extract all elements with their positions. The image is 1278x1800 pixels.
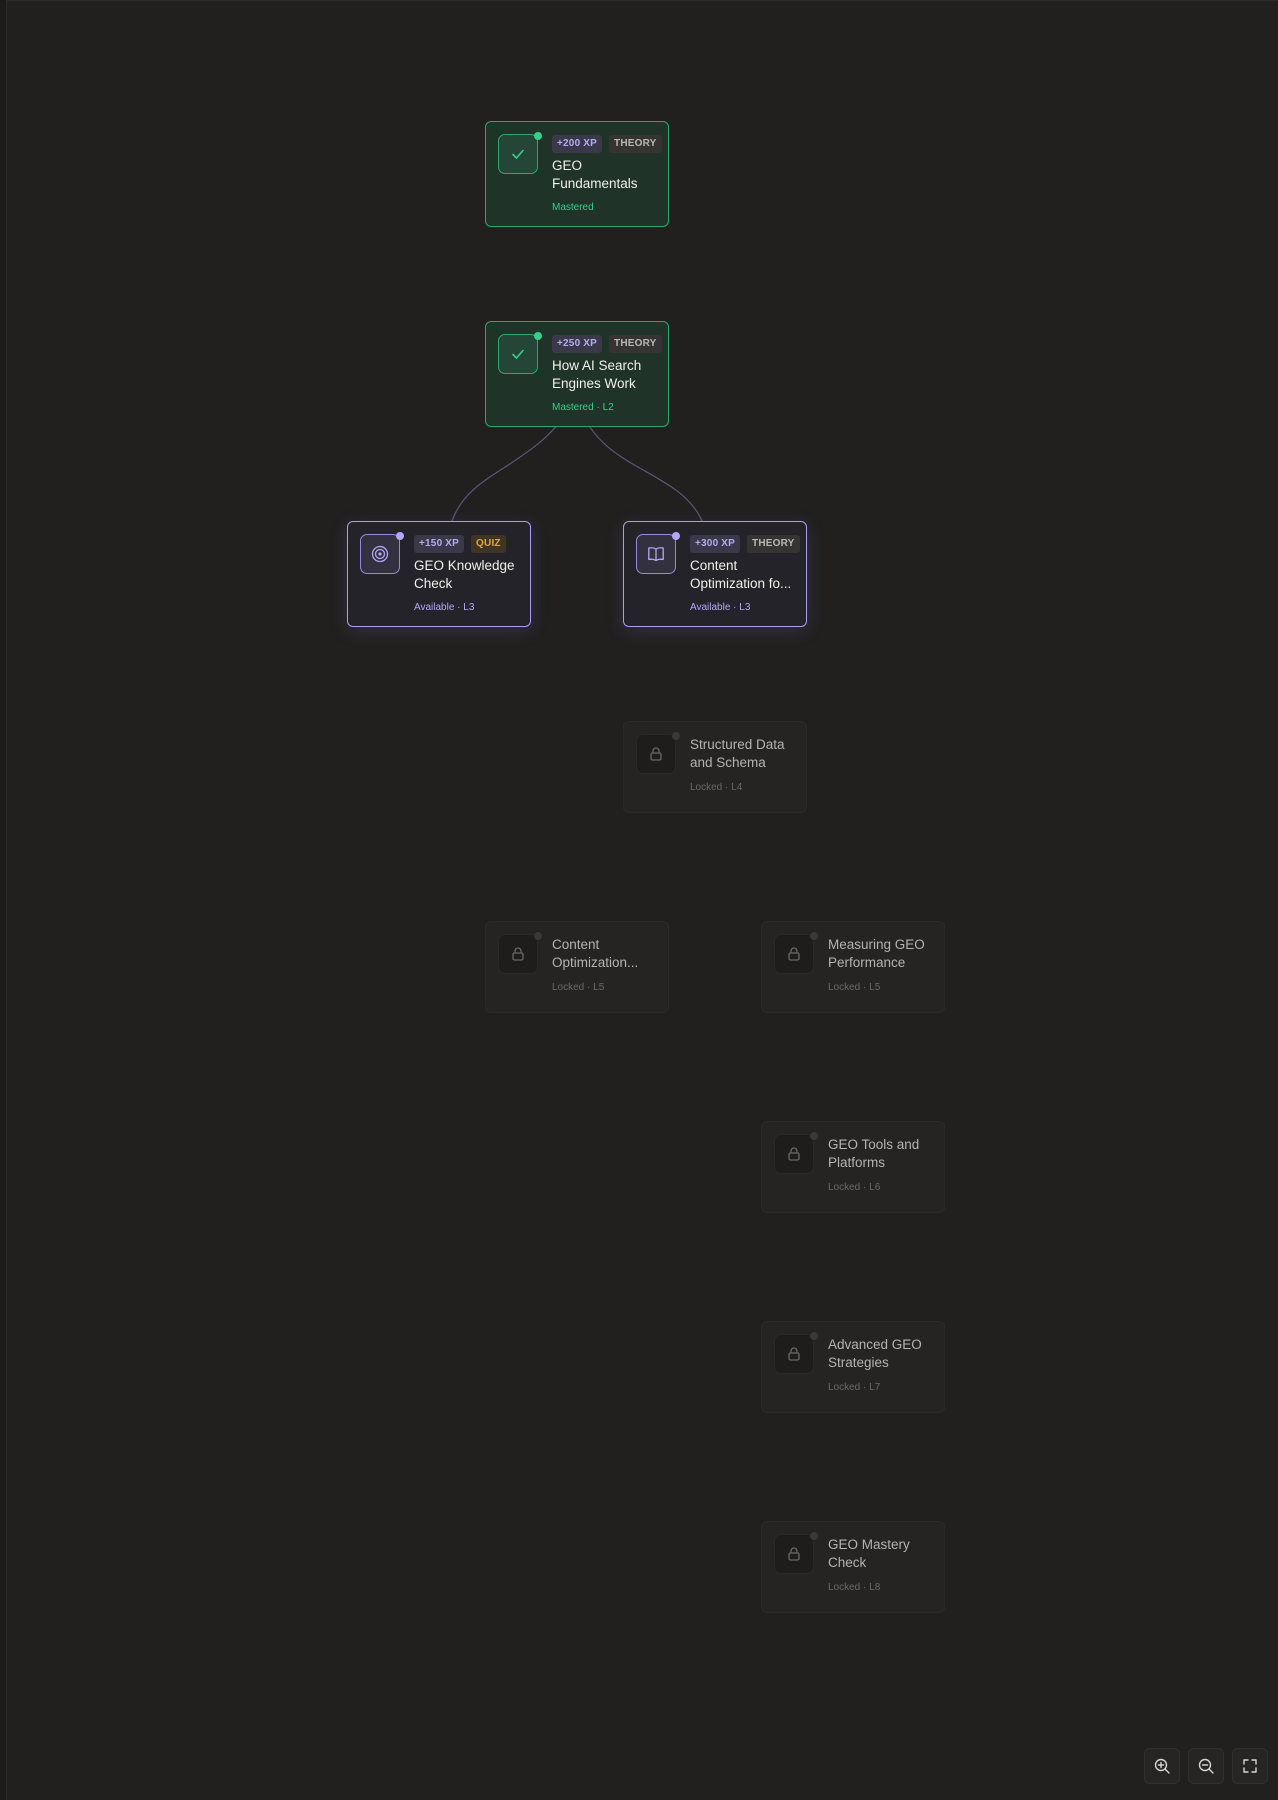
status-dot — [672, 732, 680, 740]
zoom-in-icon — [1154, 1758, 1170, 1774]
status-dot — [672, 532, 680, 540]
node-status: Locked · L7 — [828, 1382, 881, 1393]
node-title: GEO Mastery Check — [828, 1537, 910, 1570]
status-dot — [534, 932, 542, 940]
node-status: Locked · L6 — [828, 1182, 881, 1193]
node-title: How AI Search Engines Work — [552, 358, 642, 391]
zoom-out-button[interactable] — [1188, 1748, 1224, 1784]
type-badge: QUIZ — [471, 535, 506, 553]
book-icon — [636, 534, 676, 574]
lock-icon — [636, 734, 676, 774]
node-content-optimization-2[interactable]: Content Optimization... Locked · L5 — [485, 921, 669, 1013]
node-title: Content Optimization fo... — [690, 558, 792, 591]
fullscreen-icon — [1243, 1759, 1257, 1773]
node-status: Locked · L5 — [552, 982, 605, 993]
skill-tree-canvas[interactable] — [6, 0, 1278, 1800]
lock-icon — [774, 934, 814, 974]
status-dot — [534, 332, 542, 340]
node-title: Content Optimization... — [552, 937, 639, 970]
node-geo-fundamentals[interactable]: +200 XP THEORY GEO Fundamentals Mastered — [485, 121, 669, 227]
zoom-out-icon — [1198, 1758, 1214, 1774]
check-icon — [498, 134, 538, 174]
target-icon — [360, 534, 400, 574]
node-status: Locked · L4 — [690, 782, 743, 793]
check-icon — [498, 334, 538, 374]
node-content-optimization-1[interactable]: +300 XP THEORY Content Optimization fo..… — [623, 521, 807, 627]
node-status: Mastered · L2 — [552, 402, 614, 413]
node-structured-data[interactable]: Structured Data and Schema Locked · L4 — [623, 721, 807, 813]
node-status: Available · L3 — [414, 602, 475, 613]
status-dot — [810, 932, 818, 940]
node-measuring-geo[interactable]: Measuring GEO Performance Locked · L5 — [761, 921, 945, 1013]
node-title: Advanced GEO Strategies — [828, 1337, 922, 1370]
status-dot — [396, 532, 404, 540]
node-geo-mastery-check[interactable]: GEO Mastery Check Locked · L8 — [761, 1521, 945, 1613]
status-dot — [810, 1532, 818, 1540]
xp-badge: +250 XP — [552, 335, 603, 353]
node-title: GEO Tools and Platforms — [828, 1137, 920, 1170]
zoom-controls — [1144, 1748, 1268, 1784]
node-title: Structured Data and Schema — [690, 737, 785, 770]
type-badge: THEORY — [609, 335, 662, 353]
lock-icon — [774, 1334, 814, 1374]
node-status: Locked · L8 — [828, 1582, 881, 1593]
node-how-ai-search[interactable]: +250 XP THEORY How AI Search Engines Wor… — [485, 321, 669, 427]
fit-view-button[interactable] — [1232, 1748, 1268, 1784]
node-status: Mastered — [552, 202, 594, 213]
lock-icon — [498, 934, 538, 974]
xp-badge: +150 XP — [414, 535, 465, 553]
zoom-in-button[interactable] — [1144, 1748, 1180, 1784]
node-advanced-geo[interactable]: Advanced GEO Strategies Locked · L7 — [761, 1321, 945, 1413]
lock-icon — [774, 1534, 814, 1574]
node-title: GEO Fundamentals — [552, 158, 638, 191]
node-status: Available · L3 — [690, 602, 751, 613]
node-status: Locked · L5 — [828, 982, 881, 993]
status-dot — [534, 132, 542, 140]
status-dot — [810, 1132, 818, 1140]
lock-icon — [774, 1134, 814, 1174]
xp-badge: +300 XP — [690, 535, 741, 553]
xp-badge: +200 XP — [552, 135, 603, 153]
node-geo-knowledge-check[interactable]: +150 XP QUIZ GEO Knowledge Check Availab… — [347, 521, 531, 627]
node-geo-tools[interactable]: GEO Tools and Platforms Locked · L6 — [761, 1121, 945, 1213]
type-badge: THEORY — [747, 535, 800, 553]
status-dot — [810, 1332, 818, 1340]
type-badge: THEORY — [609, 135, 662, 153]
node-title: Measuring GEO Performance — [828, 937, 925, 970]
node-title: GEO Knowledge Check — [414, 558, 515, 591]
